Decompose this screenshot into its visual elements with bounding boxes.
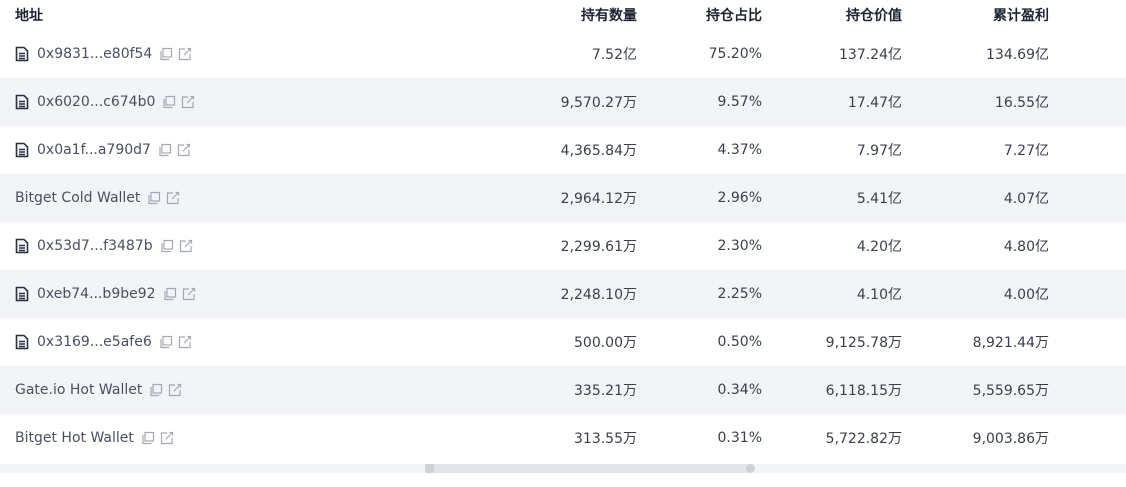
value-cell: 6,118.15万	[825, 383, 902, 399]
document-icon	[15, 238, 29, 254]
quantity-cell: 500.00万	[574, 335, 637, 351]
address-link[interactable]: 0x9831...e80f54	[37, 46, 152, 62]
pnl-cell: 134.69亿	[986, 47, 1049, 63]
share-cell: 2.25%	[717, 286, 762, 302]
table-row: Bitget Hot Wallet 313.55万 0.31% 5,722.82万 9,…	[0, 414, 1126, 462]
copy-icon[interactable]	[147, 191, 161, 205]
copy-icon[interactable]	[149, 383, 163, 397]
quantity-cell: 2,248.10万	[560, 287, 637, 303]
table-row: 0x3169...e5afe6 500.00万 0.50% 9,125.78万 8,92…	[0, 318, 1126, 366]
pnl-cell: 9,003.86万	[972, 431, 1049, 447]
quantity-cell: 2,299.61万	[560, 239, 637, 255]
value-cell: 4.10亿	[856, 287, 902, 303]
pnl-cell: 4.00亿	[1003, 287, 1049, 303]
address-link[interactable]: 0x3169...e5afe6	[37, 334, 152, 350]
external-edit-icon[interactable]	[166, 191, 180, 205]
address-link[interactable]: Gate.io Hot Wallet	[15, 382, 142, 398]
external-edit-icon[interactable]	[178, 47, 192, 61]
quantity-cell: 4,365.84万	[560, 143, 637, 159]
address-cell: 0x3169...e5afe6	[15, 334, 192, 350]
address-link[interactable]: 0x6020...c674b0	[37, 94, 155, 110]
header-address: 地址	[15, 8, 43, 24]
document-icon	[15, 46, 29, 62]
quantity-cell: 9,570.27万	[560, 95, 637, 111]
copy-icon[interactable]	[162, 95, 176, 109]
table-row: Gate.io Hot Wallet 335.21万 0.34% 6,118.15万 5…	[0, 366, 1126, 414]
scrollbar-left-cap	[425, 464, 434, 473]
address-cell: Bitget Cold Wallet	[15, 190, 180, 206]
pnl-cell: 4.80亿	[1003, 239, 1049, 255]
table-row: 0xeb74...b9be92 2,248.10万 2.25% 4.10亿 4.00亿	[0, 270, 1126, 318]
document-icon	[15, 142, 29, 158]
document-icon	[15, 334, 29, 350]
header-pnl[interactable]: 累计盈利	[993, 5, 1049, 25]
copy-icon[interactable]	[158, 143, 172, 157]
share-cell: 2.96%	[717, 190, 762, 206]
address-cell: 0x9831...e80f54	[15, 46, 192, 62]
pnl-cell: 16.55亿	[994, 95, 1049, 111]
header-share[interactable]: 持仓占比	[706, 5, 762, 25]
table-row: Bitget Cold Wallet 2,964.12万 2.96% 5.41亿 4.0…	[0, 174, 1126, 222]
share-cell: 0.50%	[717, 334, 762, 350]
document-icon	[15, 286, 29, 302]
address-link[interactable]: Bitget Cold Wallet	[15, 190, 140, 206]
external-edit-icon[interactable]	[181, 95, 195, 109]
address-cell: 0x6020...c674b0	[15, 94, 195, 110]
document-icon	[15, 94, 29, 110]
address-cell: 0x0a1f...a790d7	[15, 142, 191, 158]
external-edit-icon[interactable]	[160, 431, 174, 445]
horizontal-scrollbar-thumb[interactable]	[425, 464, 755, 473]
header-quantity[interactable]: 持有数量	[581, 5, 637, 25]
scrollbar-right-cap	[746, 464, 755, 473]
share-cell: 75.20%	[708, 46, 762, 62]
table-row: 0x0a1f...a790d7 4,365.84万 4.37% 7.97亿 7.27亿	[0, 126, 1126, 174]
table-header: 地址 持有数量 持仓占比 持仓价值 累计盈利	[0, 0, 1126, 30]
copy-icon[interactable]	[159, 47, 173, 61]
address-link[interactable]: 0x0a1f...a790d7	[37, 142, 151, 158]
copy-icon[interactable]	[163, 287, 177, 301]
external-edit-icon[interactable]	[179, 239, 193, 253]
external-edit-icon[interactable]	[182, 287, 196, 301]
external-edit-icon[interactable]	[168, 383, 182, 397]
quantity-cell: 7.52亿	[591, 47, 637, 63]
value-cell: 5,722.82万	[825, 431, 902, 447]
header-value[interactable]: 持仓价值	[846, 5, 902, 25]
address-link[interactable]: 0x53d7...f3487b	[37, 238, 153, 254]
copy-icon[interactable]	[160, 239, 174, 253]
pnl-cell: 8,921.44万	[972, 335, 1049, 351]
value-cell: 7.97亿	[856, 143, 902, 159]
value-cell: 9,125.78万	[825, 335, 902, 351]
share-cell: 4.37%	[717, 142, 762, 158]
value-cell: 137.24亿	[839, 47, 902, 63]
quantity-cell: 335.21万	[574, 383, 637, 399]
pnl-cell: 5,559.65万	[972, 383, 1049, 399]
table-row: 0x53d7...f3487b 2,299.61万 2.30% 4.20亿 4.80亿	[0, 222, 1126, 270]
pnl-cell: 7.27亿	[1003, 143, 1049, 159]
external-edit-icon[interactable]	[178, 335, 192, 349]
copy-icon[interactable]	[141, 431, 155, 445]
share-cell: 9.57%	[717, 94, 762, 110]
holders-table: 地址 持有数量 持仓占比 持仓价值 累计盈利 0x9831...e80f54 7.…	[0, 0, 1126, 462]
value-cell: 4.20亿	[856, 239, 902, 255]
address-cell: 0xeb74...b9be92	[15, 286, 196, 302]
copy-icon[interactable]	[159, 335, 173, 349]
share-cell: 2.30%	[717, 238, 762, 254]
value-cell: 17.47亿	[847, 95, 902, 111]
address-link[interactable]: 0xeb74...b9be92	[37, 286, 156, 302]
share-cell: 0.31%	[717, 430, 762, 446]
table-row: 0x6020...c674b0 9,570.27万 9.57% 17.47亿 16.55…	[0, 78, 1126, 126]
quantity-cell: 2,964.12万	[560, 191, 637, 207]
share-cell: 0.34%	[717, 382, 762, 398]
table-row: 0x9831...e80f54 7.52亿 75.20% 137.24亿 134.69亿	[0, 30, 1126, 78]
quantity-cell: 313.55万	[574, 431, 637, 447]
address-cell: 0x53d7...f3487b	[15, 238, 193, 254]
table-body: 0x9831...e80f54 7.52亿 75.20% 137.24亿 134.69亿…	[0, 30, 1126, 462]
pnl-cell: 4.07亿	[1003, 191, 1049, 207]
address-cell: Gate.io Hot Wallet	[15, 382, 182, 398]
address-cell: Bitget Hot Wallet	[15, 430, 174, 446]
address-link[interactable]: Bitget Hot Wallet	[15, 430, 134, 446]
external-edit-icon[interactable]	[177, 143, 191, 157]
value-cell: 5.41亿	[856, 191, 902, 207]
